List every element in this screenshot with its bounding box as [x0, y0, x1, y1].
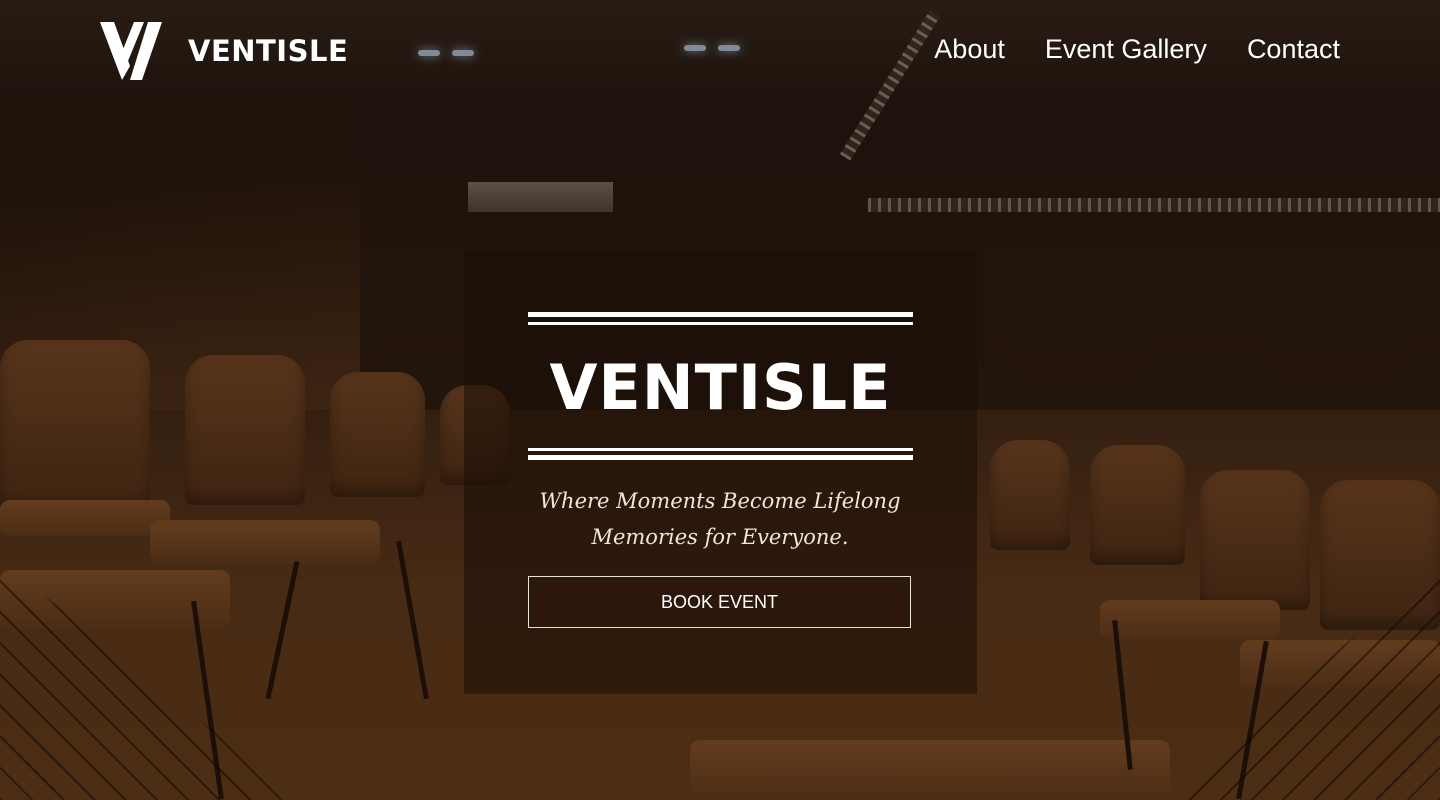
nav-about[interactable]: About	[934, 34, 1005, 65]
tagline-line-2: Memories for Everyone.	[591, 525, 849, 549]
site-header: VENTISLE About Event Gallery Contact	[0, 0, 1440, 105]
tagline-line-1: Where Moments Become Lifelong	[539, 489, 901, 513]
book-event-button[interactable]: BOOK EVENT	[528, 576, 911, 628]
logo-link[interactable]: VENTISLE	[100, 22, 348, 80]
main-nav: About Event Gallery Contact	[934, 34, 1340, 65]
title-rule-bottom-thin	[528, 448, 913, 451]
logo-icon	[100, 22, 162, 80]
logo-text: VENTISLE	[188, 34, 349, 68]
title-rule-top-thin	[528, 322, 913, 325]
nav-event-gallery[interactable]: Event Gallery	[1045, 34, 1207, 65]
title-rule-top	[528, 312, 913, 317]
nav-contact[interactable]: Contact	[1247, 34, 1340, 65]
hero-section: VENTISLE About Event Gallery Contact VEN…	[0, 0, 1440, 800]
hero-title: VENTISLE	[549, 351, 892, 424]
title-rule-bottom	[528, 455, 913, 460]
hero-tagline: Where Moments Become Lifelong Memories f…	[520, 483, 920, 555]
hero-card: VENTISLE Where Moments Become Lifelong M…	[464, 251, 977, 694]
